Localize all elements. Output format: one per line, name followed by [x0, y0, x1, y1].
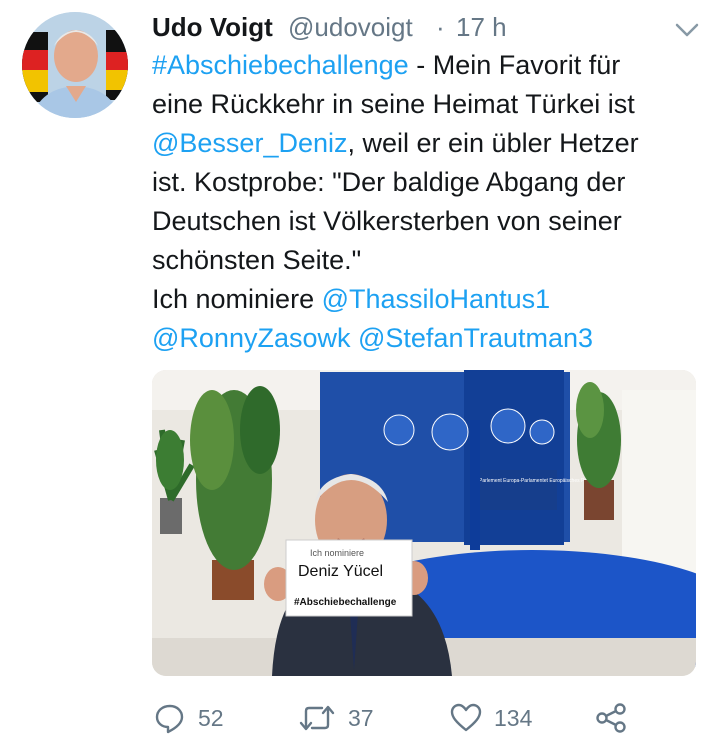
sign-line-2: Deniz Yücel: [298, 563, 383, 580]
mention-link[interactable]: @Besser_Deniz: [152, 128, 348, 158]
tweet-line: #Abschiebechallenge - Mein Favorit für: [152, 46, 700, 85]
tweet-text: #Abschiebechallenge - Mein Favorit für e…: [152, 46, 700, 358]
mention-link[interactable]: @ThassiloHantus1: [322, 284, 551, 314]
tweet-actions: 52 37 134: [152, 696, 712, 740]
share-button[interactable]: [594, 696, 628, 740]
mention-link[interactable]: @RonnyZasowk: [152, 323, 350, 353]
reply-icon: [155, 704, 184, 734]
tweet-timestamp[interactable]: 17 h: [456, 12, 507, 43]
media-photo: Parlement Europa-Parlamentet Europäische…: [152, 370, 696, 676]
mention-link[interactable]: @StefanTrautman3: [358, 323, 593, 353]
author-name[interactable]: Udo Voigt: [152, 12, 273, 43]
separator-dot: ·: [436, 12, 445, 42]
like-button[interactable]: 134: [450, 696, 532, 740]
author-handle[interactable]: @udovoigt: [288, 12, 413, 43]
share-icon: [596, 703, 626, 733]
retweet-button[interactable]: 37: [298, 696, 374, 740]
tweet-line: ist. Kostprobe: "Der baldige Abgang der: [152, 167, 626, 197]
tweet-media-image[interactable]: Parlement Europa-Parlamentet Europäische…: [152, 370, 696, 676]
author-avatar[interactable]: [22, 12, 128, 118]
hashtag-link[interactable]: #Abschiebechallenge: [152, 50, 409, 80]
tweet-text-segment: - Mein Favorit für: [408, 50, 621, 80]
retweet-icon: [299, 705, 335, 731]
tweet-line: Deutschen ist Völkersterben von seiner: [152, 206, 622, 236]
sign-line-3: #Abschiebechallenge: [294, 597, 397, 608]
reply-button[interactable]: 52: [154, 696, 224, 740]
retweet-count: 37: [348, 704, 374, 731]
sign-line-1: Ich nominiere: [310, 548, 364, 558]
tweet-line: Ich nominiere @ThassiloHantus1: [152, 280, 700, 319]
heart-icon: [450, 703, 482, 732]
reply-count: 52: [198, 704, 224, 731]
avatar-photo: [22, 12, 128, 118]
like-count: 134: [494, 704, 533, 731]
chevron-down-icon[interactable]: [674, 20, 700, 40]
tweet-line: @Besser_Deniz, weil er ein übler Hetzer: [152, 124, 700, 163]
tweet-line: schönsten Seite.": [152, 245, 362, 275]
tweet-header: Udo Voigt @udovoigt · 17 h: [152, 6, 720, 50]
tweet-text-segment: Ich nominiere: [152, 284, 322, 314]
tweet-text-segment: , weil er ein übler Hetzer: [347, 128, 639, 158]
tweet-line: eine Rückkehr in seine Heimat Türkei ist: [152, 89, 635, 119]
tweet-line: @RonnyZasowk @StefanTrautman3: [152, 319, 700, 358]
